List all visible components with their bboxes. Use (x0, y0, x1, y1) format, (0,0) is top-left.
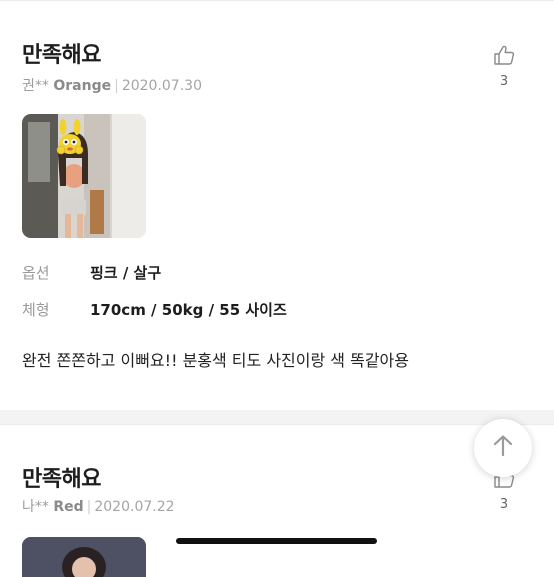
option-label: 옵션 (22, 264, 50, 282)
meta-separator: | (114, 78, 119, 94)
home-indicator (176, 538, 377, 544)
body-type-label: 체형 (22, 301, 50, 319)
review-title: 만족해요 (22, 467, 101, 492)
review-text: 완전 쫀쫀하고 이뻐요!! 분홍색 티도 사진이랑 색 똑같아용 (22, 351, 409, 370)
arrow-up-icon (490, 433, 516, 463)
option-value: 핑크 / 살구 (90, 264, 162, 282)
scroll-to-top-button[interactable] (474, 419, 532, 477)
like-count: 3 (499, 74, 509, 89)
review-date: 2020.07.30 (121, 78, 202, 94)
body-type-row: 체형 170cm / 50kg / 55 사이즈 (22, 299, 287, 320)
review-date: 2020.07.22 (94, 499, 175, 515)
option-row: 옵션 핑크 / 살구 (22, 262, 161, 283)
review-meta: 권** Orange | 2020.07.30 (22, 75, 202, 95)
review-photo[interactable] (22, 114, 146, 238)
like-button[interactable]: 3 (492, 45, 516, 89)
review-author: 나** (22, 499, 49, 515)
body-type-value: 170cm / 50kg / 55 사이즈 (90, 301, 287, 319)
like-count: 3 (499, 497, 509, 512)
review-title: 만족해요 (22, 43, 101, 68)
review-photo[interactable] (22, 537, 146, 577)
review-meta: 나** Red | 2020.07.22 (22, 496, 175, 516)
section-divider (0, 410, 554, 424)
review-color: Orange (53, 78, 112, 94)
thumbs-up-icon (492, 45, 516, 65)
review-card: 만족해요 권** Orange | 2020.07.30 3 옵션 핑크 / 살… (0, 0, 554, 411)
meta-separator: | (86, 499, 92, 515)
review-color: Red (53, 499, 84, 515)
review-author: 권** (22, 78, 49, 94)
